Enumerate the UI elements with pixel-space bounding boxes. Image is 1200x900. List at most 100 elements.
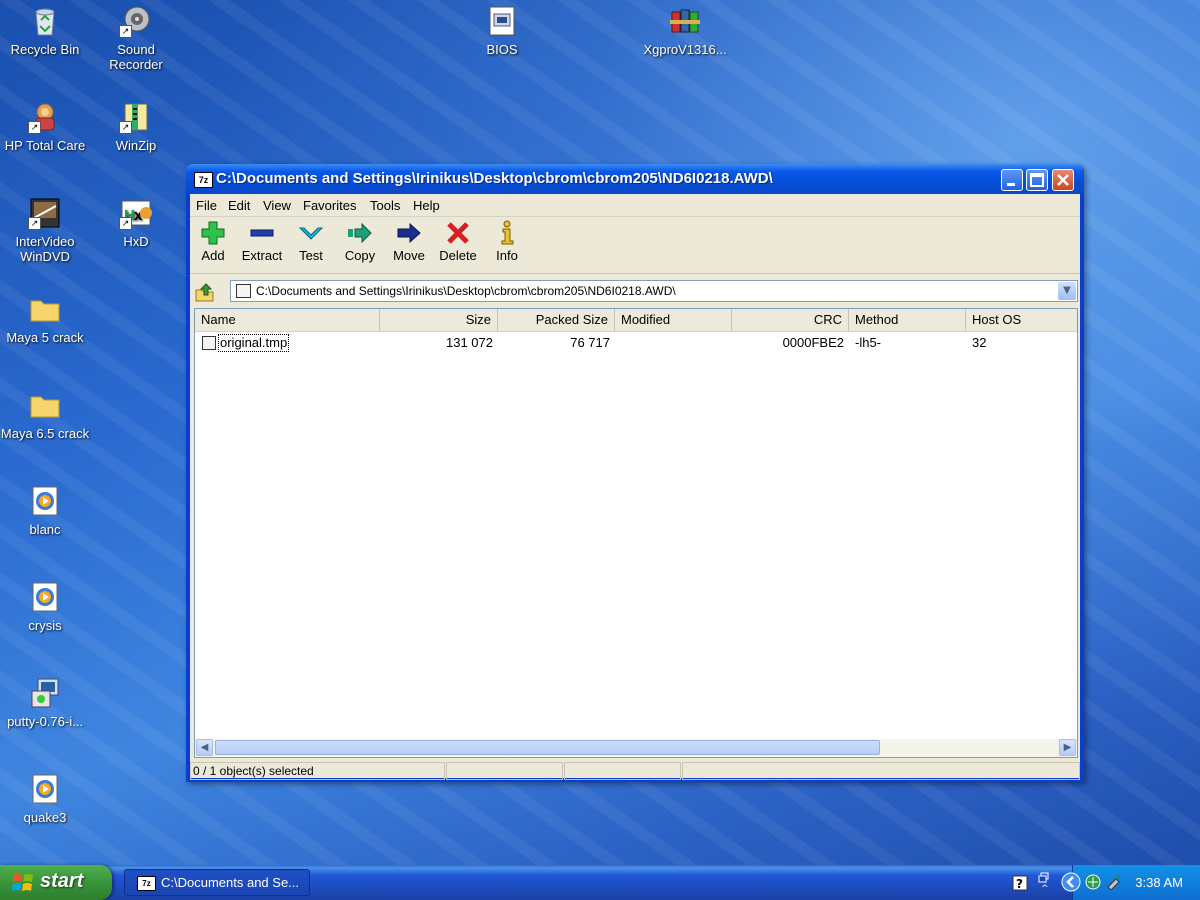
help-icon[interactable]: ? xyxy=(1012,875,1028,891)
column-header-method[interactable]: Method xyxy=(849,309,966,331)
desktop-icon-label: BIOS xyxy=(486,42,518,57)
address-text: C:\Documents and Settings\Irinikus\Deskt… xyxy=(256,284,676,298)
desktop-icon-maya65-crack[interactable]: Maya 6.5 crack xyxy=(0,388,90,441)
maximize-button[interactable] xyxy=(1026,169,1048,191)
menu-tools[interactable]: Tools xyxy=(370,198,400,213)
info-button[interactable]: Info xyxy=(482,220,532,263)
start-button[interactable]: start xyxy=(0,865,112,900)
horizontal-scrollbar[interactable]: ◀ ▶ xyxy=(195,739,1077,757)
move-button[interactable]: Move xyxy=(384,220,434,263)
column-header-size[interactable]: Size xyxy=(380,309,498,331)
status-panel-4 xyxy=(682,762,1080,780)
windows-logo-icon xyxy=(12,874,33,891)
delete-button[interactable]: Delete xyxy=(433,220,483,263)
cell-method: -lh5- xyxy=(855,335,882,350)
minimize-icon xyxy=(1007,183,1015,186)
menu-help[interactable]: Help xyxy=(413,198,440,213)
svg-text:^: ^ xyxy=(1041,884,1049,893)
folder-up-icon xyxy=(195,283,214,302)
taskbar-button-7zip[interactable]: 7z C:\Documents and Se... xyxy=(124,869,310,896)
desktop-icon-hxd[interactable]: Hx ↗ HxD xyxy=(91,196,181,249)
close-icon xyxy=(1057,174,1069,186)
table-row[interactable]: original.tmp 131 072 76 717 0000FBE2 -lh… xyxy=(195,334,1077,352)
address-dropdown-button[interactable]: ▼ xyxy=(1058,282,1076,300)
status-selection: 0 / 1 object(s) selected xyxy=(190,762,445,780)
desktop-icon-label: blanc xyxy=(29,522,61,537)
address-input[interactable]: C:\Documents and Settings\Irinikus\Deskt… xyxy=(230,280,1078,302)
add-icon xyxy=(201,221,225,245)
desktop-icon-winzip[interactable]: ↗ WinZip xyxy=(91,100,181,153)
safely-remove-hardware-icon[interactable] xyxy=(1106,874,1122,890)
status-panel-2 xyxy=(446,762,563,780)
desktop-icon-label: InterVideo WinDVD xyxy=(15,234,75,264)
desktop-icon-label: quake3 xyxy=(23,810,67,825)
shortcut-arrow-icon: ↗ xyxy=(119,121,132,134)
desktop-icon-label: Maya 6.5 crack xyxy=(0,426,90,441)
file-list: Name Size Packed Size Modified CRC Metho… xyxy=(194,308,1078,758)
folder-up-button[interactable] xyxy=(194,281,216,303)
window-titlebar[interactable]: 7z C:\Documents and Settings\Irinikus\De… xyxy=(186,164,1084,194)
taskbar: start 7z C:\Documents and Se... ? ^ 3:38… xyxy=(0,865,1200,900)
network-icon[interactable] xyxy=(1085,874,1101,890)
clock[interactable]: 3:38 AM xyxy=(1135,875,1183,890)
cell-size: 131 072 xyxy=(446,335,493,350)
test-button[interactable]: Test xyxy=(286,220,336,263)
cell-host-os: 32 xyxy=(972,335,987,350)
desktop-icon-windvd[interactable]: ↗ InterVideo WinDVD xyxy=(0,196,90,264)
copy-icon xyxy=(348,222,372,244)
sound-recorder-icon: ↗ xyxy=(119,4,153,38)
minimize-button[interactable] xyxy=(1001,169,1023,191)
menu-edit[interactable]: Edit xyxy=(228,198,250,213)
scroll-thumb[interactable] xyxy=(215,740,880,755)
system-tray: 3:38 AM xyxy=(1061,865,1200,900)
desktop-icon-label: crysis xyxy=(28,618,62,633)
media-file-icon xyxy=(28,484,62,518)
extract-label: Extract xyxy=(241,248,283,263)
column-header-modified[interactable]: Modified xyxy=(615,309,732,331)
svg-text:?: ? xyxy=(1016,877,1023,891)
archive-window: 7z C:\Documents and Settings\Irinikus\De… xyxy=(186,164,1084,782)
desktop-icon-label: Maya 5 crack xyxy=(6,330,84,345)
winzip-icon: ↗ xyxy=(119,100,153,134)
shortcut-arrow-icon: ↗ xyxy=(119,217,132,230)
folder-icon xyxy=(28,388,62,422)
move-icon xyxy=(397,222,421,244)
scroll-left-button[interactable]: ◀ xyxy=(196,739,213,756)
add-button[interactable]: Add xyxy=(188,220,238,263)
desktop-icon-hp-total-care[interactable]: ↗ HP Total Care xyxy=(0,100,90,153)
scroll-right-button[interactable]: ▶ xyxy=(1059,739,1076,756)
restore-icon[interactable]: ^ xyxy=(1038,871,1050,893)
show-hidden-icons-icon[interactable] xyxy=(1061,872,1081,892)
column-header-packed-size[interactable]: Packed Size xyxy=(498,309,615,331)
extract-button[interactable]: Extract xyxy=(237,220,287,263)
close-button[interactable] xyxy=(1052,169,1074,191)
column-header-name[interactable]: Name xyxy=(195,309,380,331)
menu-view[interactable]: View xyxy=(263,198,291,213)
desktop-icon-blanc[interactable]: blanc xyxy=(0,484,90,537)
menu-favorites[interactable]: Favorites xyxy=(303,198,356,213)
menu-file[interactable]: File xyxy=(196,198,217,213)
desktop-icon-recycle-bin[interactable]: Recycle Bin xyxy=(0,4,90,57)
chevron-right-icon: ▶ xyxy=(1063,742,1072,753)
column-header-host-os[interactable]: Host OS xyxy=(966,309,1077,331)
desktop-icon-label: Recycle Bin xyxy=(10,42,80,57)
window-body: File Edit View Favorites Tools Help Add … xyxy=(188,194,1080,780)
test-label: Test xyxy=(299,248,323,263)
desktop-icon-sound-recorder[interactable]: ↗ Sound Recorder xyxy=(91,4,181,72)
taskbar-button-label: C:\Documents and Se... xyxy=(161,875,300,890)
delete-label: Delete xyxy=(439,248,477,263)
column-header-crc[interactable]: CRC xyxy=(732,309,849,331)
status-panel-3 xyxy=(564,762,681,780)
copy-button[interactable]: Copy xyxy=(335,220,385,263)
extract-icon xyxy=(250,229,274,237)
desktop-icon-maya5-crack[interactable]: Maya 5 crack xyxy=(0,292,90,345)
file-icon xyxy=(202,336,216,350)
desktop-icon-label: putty-0.76-i... xyxy=(7,714,83,729)
desktop-icon-quake3[interactable]: quake3 xyxy=(0,772,90,825)
info-icon xyxy=(501,220,514,245)
desktop-icon-crysis[interactable]: crysis xyxy=(0,580,90,633)
desktop-icon-xgpro[interactable]: XgproV1316... xyxy=(640,4,730,57)
media-file-icon xyxy=(28,580,62,614)
desktop-icon-putty[interactable]: putty-0.76-i... xyxy=(0,676,90,729)
desktop-icon-bios[interactable]: BIOS xyxy=(457,4,547,57)
